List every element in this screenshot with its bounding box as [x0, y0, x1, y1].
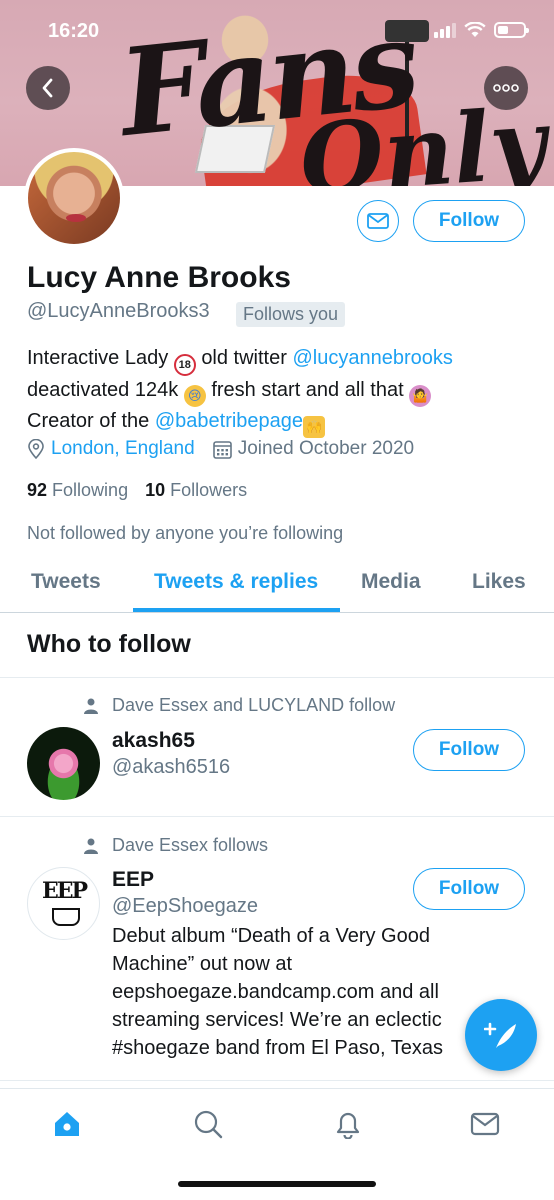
- nav-notifications[interactable]: [331, 1107, 365, 1141]
- bio-mention-link[interactable]: @babetribepage: [155, 410, 303, 432]
- status-time: 16:20: [48, 20, 100, 42]
- bio-text: Interactive Lady: [27, 347, 174, 369]
- location-pin-icon: [28, 439, 44, 459]
- divider: [0, 677, 554, 678]
- status-bar: 16:20: [0, 0, 554, 60]
- tab-tweets-replies[interactable]: Tweets & replies: [154, 570, 318, 594]
- suggested-user-name[interactable]: akash65: [112, 729, 195, 753]
- suggested-user-handle: @EepShoegaze: [112, 895, 258, 917]
- raised-hands-emoji: 🙌: [303, 416, 326, 438]
- divider: [0, 816, 554, 817]
- back-button[interactable]: [26, 66, 70, 110]
- bio-text: deactivated 124k: [27, 379, 184, 401]
- more-button[interactable]: [484, 66, 528, 110]
- suggested-user-avatar[interactable]: EEP: [27, 867, 100, 940]
- calendar-icon: [212, 440, 232, 459]
- profile-avatar[interactable]: [24, 148, 124, 248]
- follows-you-badge: Follows you: [236, 302, 346, 327]
- profile-bio: Interactive Lady 18 old twitter @lucyann…: [27, 344, 537, 438]
- crying-face-emoji: 😢: [183, 385, 206, 407]
- suggested-user-avatar[interactable]: [27, 727, 100, 800]
- person-icon: [84, 698, 98, 714]
- suggested-user-bio: Debut album “Death of a Very Good Machin…: [112, 925, 443, 1059]
- home-icon: [55, 1112, 79, 1136]
- nav-search[interactable]: [191, 1107, 225, 1141]
- divider: [0, 1080, 554, 1081]
- tab-likes[interactable]: Likes: [472, 570, 526, 594]
- mail-icon: [367, 213, 389, 229]
- tab-tweets[interactable]: Tweets: [31, 570, 101, 594]
- profile-meta: London, England Joined October 2020: [27, 438, 414, 460]
- wifi-icon: [464, 22, 486, 37]
- message-button[interactable]: [357, 200, 399, 242]
- follow-counts: 92 Following 10 Followers: [27, 480, 247, 501]
- nav-messages[interactable]: [468, 1107, 502, 1141]
- location-link[interactable]: London, England: [51, 438, 195, 460]
- profile-handle: @LucyAnneBrooks3: [27, 300, 210, 322]
- profile-name: Lucy Anne Brooks: [27, 261, 291, 294]
- compose-icon: [484, 1022, 516, 1048]
- chevron-left-icon: [42, 78, 53, 98]
- suggestion-context: Dave Essex follows: [84, 835, 268, 856]
- suggested-user-handle: @akash6516: [112, 756, 231, 778]
- profile-tabs: Tweets Tweets & replies Media Likes: [0, 556, 554, 613]
- no-under-18-emoji: 18: [173, 354, 196, 376]
- battery-icon: [494, 22, 529, 38]
- person-icon: [84, 838, 98, 854]
- home-indicator: [178, 1181, 376, 1187]
- mail-icon: [470, 1112, 500, 1136]
- signal-icon: [434, 22, 456, 38]
- shrug-emoji: 🤷: [409, 385, 432, 407]
- followers-count-link[interactable]: 10 Followers: [145, 480, 247, 500]
- joined-date: Joined October 2020: [237, 438, 415, 459]
- bio-text: old twitter: [201, 347, 293, 369]
- status-icons: [434, 22, 529, 38]
- not-followed-note: Not followed by anyone you’re following: [27, 523, 344, 543]
- suggested-user-name[interactable]: EEP: [112, 868, 154, 892]
- who-to-follow-heading: Who to follow: [27, 630, 191, 658]
- bell-icon: [336, 1112, 360, 1139]
- active-tab-indicator: [133, 608, 340, 612]
- tab-media[interactable]: Media: [361, 570, 421, 594]
- nav-home[interactable]: [50, 1107, 84, 1141]
- bio-text: Creator of the: [27, 410, 155, 432]
- follow-button[interactable]: Follow: [413, 200, 525, 242]
- following-count-link[interactable]: 92 Following: [27, 480, 128, 500]
- follow-akash-button[interactable]: Follow: [413, 729, 525, 771]
- follow-eep-button[interactable]: Follow: [413, 868, 525, 910]
- more-icon: [493, 84, 519, 92]
- bio-mention-link[interactable]: @lucyannebrooks: [292, 347, 452, 369]
- bio-text: fresh start and all that: [205, 379, 410, 401]
- compose-button[interactable]: [465, 999, 537, 1071]
- search-icon: [194, 1110, 223, 1139]
- suggestion-context: Dave Essex and LUCYLAND follow: [84, 695, 395, 716]
